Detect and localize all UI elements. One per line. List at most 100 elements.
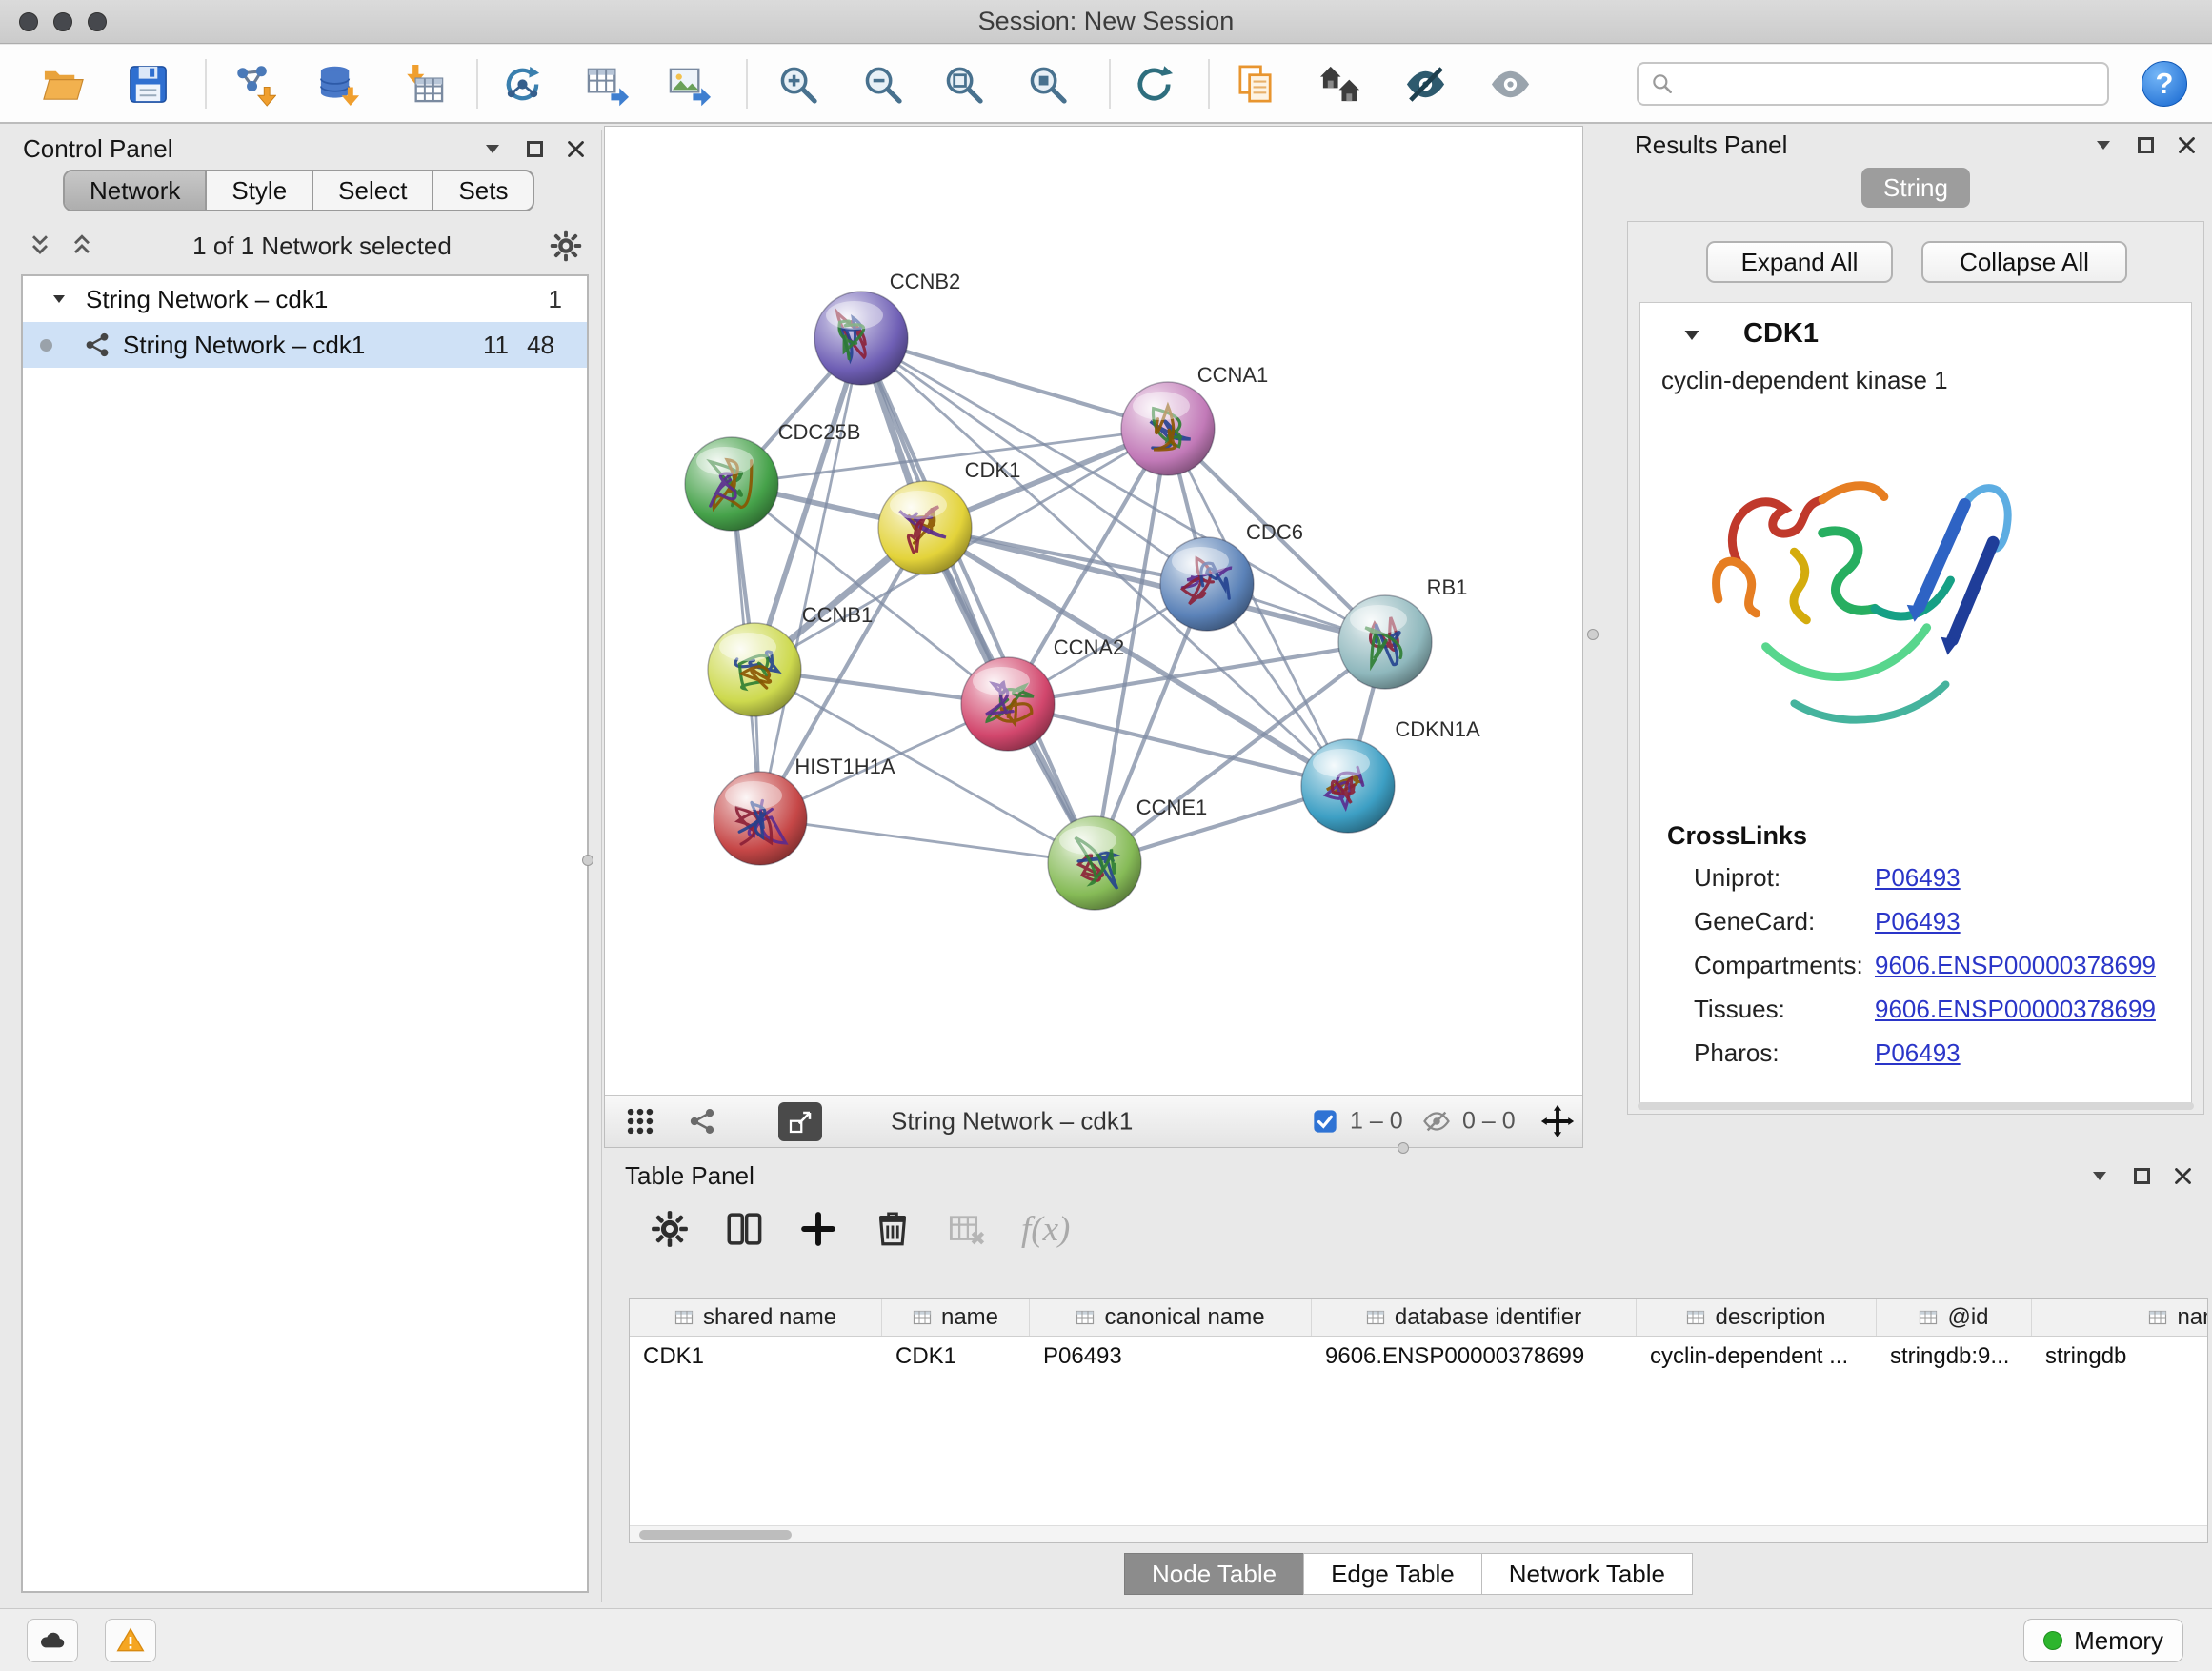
table-horizontal-scrollbar[interactable] <box>630 1525 2207 1542</box>
network-node-cdk1[interactable]: CDK1 <box>878 458 1020 574</box>
collapse-all-button[interactable]: Collapse All <box>1921 241 2127 283</box>
export-table-button[interactable] <box>580 57 633 111</box>
export-image-button[interactable] <box>662 57 715 111</box>
memory-button[interactable]: Memory <box>2023 1619 2183 1662</box>
cloud-status-button[interactable] <box>27 1619 78 1662</box>
search-input[interactable] <box>1684 70 2096 98</box>
grid-view-icon[interactable] <box>624 1105 656 1137</box>
help-button[interactable]: ? <box>2142 61 2187 107</box>
tab-string[interactable]: String <box>1861 168 1970 208</box>
panel-float-icon[interactable] <box>481 137 504 160</box>
import-network-file-button[interactable] <box>227 57 280 111</box>
zoom-selected-button[interactable] <box>1020 57 1074 111</box>
expand-all-icon[interactable] <box>69 232 95 259</box>
column-header-name[interactable]: name <box>882 1299 1030 1336</box>
column-header-shared-name[interactable]: shared name <box>630 1299 882 1336</box>
network-node-ccnb2[interactable]: CCNB2 <box>814 270 960 385</box>
column-header-database-identifier[interactable]: database identifier <box>1312 1299 1637 1336</box>
export-network-button[interactable] <box>495 57 549 111</box>
tab-network-table[interactable]: Network Table <box>1481 1553 1693 1595</box>
column-header-canonical-name[interactable]: canonical name <box>1030 1299 1312 1336</box>
show-all-button[interactable] <box>1483 57 1537 111</box>
network-view[interactable]: CCNB2CCNA1CDC25BCDK1CDC6RB1CCNB1CCNA2CDK… <box>604 126 1583 1148</box>
results-scrollbar[interactable] <box>1638 1102 2194 1110</box>
panel-close-icon[interactable] <box>566 139 586 159</box>
add-column-icon[interactable] <box>798 1209 838 1249</box>
network-node-ccna1[interactable]: CCNA1 <box>1121 363 1268 475</box>
panel-resize-handle[interactable] <box>1398 1142 1409 1154</box>
column-header--id[interactable]: @id <box>1877 1299 2032 1336</box>
edge-CCNB2-HIST1H1A[interactable] <box>760 338 861 818</box>
toolbar-search[interactable] <box>1637 62 2109 106</box>
home-button[interactable] <box>1314 57 1367 111</box>
zoom-out-button[interactable] <box>855 57 909 111</box>
tab-sets[interactable]: Sets <box>433 171 533 210</box>
network-canvas[interactable]: CCNB2CCNA1CDC25BCDK1CDC6RB1CCNB1CCNA2CDK… <box>605 127 1582 1095</box>
column-header-namespace[interactable]: namespace <box>2032 1299 2208 1336</box>
edge-CCNA2-CDKN1A[interactable] <box>1008 704 1348 786</box>
hide-selected-button[interactable] <box>1398 57 1452 111</box>
delete-column-trash-icon[interactable] <box>873 1209 913 1249</box>
close-window-button[interactable] <box>19 12 38 31</box>
edge-HIST1H1A-CCNE1[interactable] <box>760 818 1095 863</box>
hidden-eye-icon[interactable] <box>1422 1107 1451 1136</box>
edge-CCNB2-CCNE1[interactable] <box>861 338 1095 863</box>
column-header-description[interactable]: description <box>1637 1299 1877 1336</box>
crosslink-value-link[interactable]: 9606.ENSP00000378699 <box>1875 995 2156 1024</box>
network-node-hist1h1a[interactable]: HIST1H1A <box>714 755 895 865</box>
crosslink-value-link[interactable]: P06493 <box>1875 1038 1961 1068</box>
panel-maximize-icon[interactable] <box>527 141 543 157</box>
toolbar-separator <box>476 59 478 109</box>
panel-maximize-icon[interactable] <box>2134 1168 2150 1184</box>
tab-edge-table[interactable]: Edge Table <box>1303 1553 1482 1595</box>
edge-CCNB2-CCNA1[interactable] <box>861 338 1168 429</box>
selected-checkbox-icon[interactable] <box>1312 1108 1338 1135</box>
save-session-button[interactable] <box>121 57 174 111</box>
scrollbar-thumb[interactable] <box>639 1530 792 1540</box>
zoom-in-button[interactable] <box>771 57 824 111</box>
panel-float-icon[interactable] <box>2092 133 2115 156</box>
table-row[interactable]: CDK1CDK1P064939606.ENSP00000378699cyclin… <box>630 1337 2207 1377</box>
select-columns-icon[interactable] <box>724 1209 764 1249</box>
tree-expand-icon[interactable] <box>51 292 67 307</box>
tab-network[interactable]: Network <box>65 171 207 210</box>
panel-resize-handle[interactable] <box>1587 629 1599 640</box>
pan-icon[interactable] <box>1540 1104 1575 1138</box>
section-collapse-icon[interactable] <box>1682 326 1701 345</box>
network-row-selected[interactable]: String Network – cdk1 11 48 <box>23 322 587 368</box>
gear-icon[interactable] <box>549 229 583 263</box>
crosslink-row: Uniprot:P06493 <box>1694 863 1961 893</box>
panel-float-icon[interactable] <box>2088 1164 2111 1187</box>
tab-select[interactable]: Select <box>313 171 433 210</box>
crosslink-value-link[interactable]: 9606.ENSP00000378699 <box>1875 951 2156 980</box>
zoom-window-button[interactable] <box>88 12 107 31</box>
network-collection-row[interactable]: String Network – cdk1 1 <box>23 276 587 322</box>
open-in-window-button[interactable] <box>778 1102 822 1141</box>
import-network-database-button[interactable] <box>312 57 365 111</box>
import-table-button[interactable] <box>396 57 450 111</box>
panel-close-icon[interactable] <box>2177 135 2197 155</box>
panel-close-icon[interactable] <box>2173 1166 2193 1186</box>
table-settings-gear-icon[interactable] <box>650 1209 690 1249</box>
tab-style[interactable]: Style <box>207 171 313 210</box>
tab-node-table[interactable]: Node Table <box>1124 1553 1304 1595</box>
expand-all-button[interactable]: Expand All <box>1706 241 1893 283</box>
crosslink-value-link[interactable]: P06493 <box>1875 907 1961 936</box>
zoom-fit-button[interactable] <box>936 57 990 111</box>
network-node-rb1[interactable]: RB1 <box>1338 575 1467 689</box>
minimize-window-button[interactable] <box>53 12 72 31</box>
crosslink-value-link[interactable]: P06493 <box>1875 863 1961 893</box>
network-node-cdkn1a[interactable]: CDKN1A <box>1301 717 1480 833</box>
share-network-icon[interactable] <box>687 1106 717 1137</box>
warnings-button[interactable] <box>105 1619 156 1662</box>
edge-CDK1-RB1[interactable] <box>925 528 1385 642</box>
documents-button[interactable] <box>1229 57 1282 111</box>
panel-maximize-icon[interactable] <box>2138 137 2154 153</box>
apply-layout-button[interactable] <box>1127 57 1180 111</box>
import-table-icon <box>401 62 446 107</box>
open-session-button[interactable] <box>36 57 90 111</box>
panel-resize-handle[interactable] <box>582 855 593 866</box>
network-label: String Network – cdk1 <box>123 331 365 360</box>
node-label-ccna1: CCNA1 <box>1197 363 1269 387</box>
collapse-all-icon[interactable] <box>27 232 53 259</box>
